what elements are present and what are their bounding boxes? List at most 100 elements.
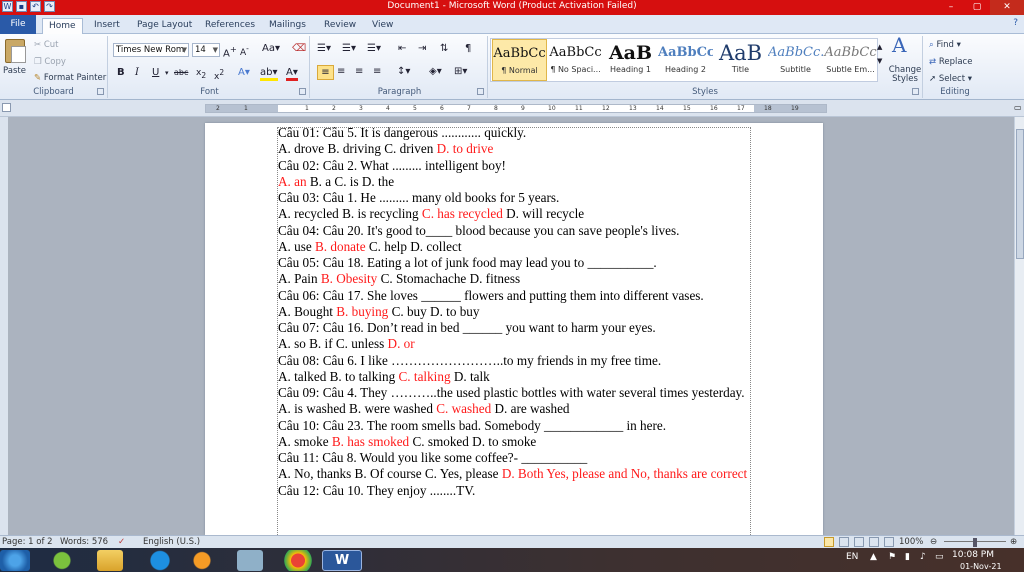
tab-insert[interactable]: Insert (88, 18, 126, 34)
zoom-in-icon[interactable]: ⊕ (1010, 537, 1017, 547)
borders-icon[interactable]: ⊞▾ (454, 65, 467, 80)
question-line[interactable]: A. smoke B. has smoked C. smoked D. to s… (278, 434, 750, 450)
style-no-spacing[interactable]: AaBbCc ¶ No Spaci... (548, 39, 603, 81)
tab-home[interactable]: Home (42, 18, 83, 35)
style-subtitle[interactable]: AaBbCc. Subtitle (768, 39, 823, 81)
tab-file[interactable]: File (0, 15, 36, 34)
file-explorer-icon[interactable] (97, 550, 123, 571)
paste-button[interactable]: Paste (3, 66, 26, 76)
question-line[interactable]: A. Pain B. Obesity C. Stomachache D. fit… (278, 271, 750, 287)
tab-references[interactable]: References (199, 18, 261, 34)
tab-mailings[interactable]: Mailings (263, 18, 312, 34)
change-styles-icon[interactable]: A (892, 35, 906, 55)
question-line[interactable]: A. Bought B. buying C. buy D. to buy (278, 304, 750, 320)
page-count[interactable]: Page: 1 of 2 (2, 537, 53, 547)
question-line[interactable]: Câu 01: Câu 5. It is dangerous .........… (278, 125, 750, 141)
print-layout-icon[interactable] (824, 537, 834, 547)
align-right-icon[interactable]: ≡ (355, 65, 363, 80)
tray-arrow-icon[interactable]: ▲ (870, 552, 877, 562)
calculator-icon[interactable] (237, 550, 263, 571)
line-spacing-icon[interactable]: ↕▾ (397, 65, 410, 80)
multilevel-list-icon[interactable]: ☰▾ (367, 42, 381, 57)
underline-icon[interactable]: U (152, 66, 159, 81)
change-case-icon[interactable]: Aa▾ (262, 42, 280, 57)
word-count[interactable]: Words: 576 (60, 537, 108, 547)
paragraph-launcher-icon[interactable] (477, 88, 484, 95)
question-line[interactable]: Câu 04: Câu 20. It's good to____ blood b… (278, 223, 750, 239)
outline-icon[interactable] (869, 537, 879, 547)
subscript-icon[interactable]: x2 (196, 66, 206, 81)
bullets-icon[interactable]: ☰▾ (317, 42, 331, 57)
question-line[interactable]: Câu 12: Câu 10. They enjoy ........TV. (278, 483, 750, 499)
style-subtle-emphasis[interactable]: AaBbCc Subtle Em... (823, 39, 878, 81)
tray-flag-icon[interactable]: ⚑ (888, 552, 896, 562)
tab-page-layout[interactable]: Page Layout (131, 18, 198, 34)
italic-icon[interactable]: I (135, 66, 139, 81)
zoom-slider-thumb[interactable] (973, 538, 977, 547)
change-styles-button[interactable]: Change Styles (887, 66, 923, 84)
justify-icon[interactable]: ≡ (373, 65, 381, 80)
text-effects-icon[interactable]: A▾ (238, 66, 250, 81)
maximize-button[interactable]: ▢ (964, 0, 990, 15)
decrease-indent-icon[interactable]: ⇤ (398, 42, 406, 57)
clock-date[interactable]: 01-Nov-21 (960, 562, 1002, 571)
styles-launcher-icon[interactable] (912, 88, 919, 95)
show-formatting-icon[interactable]: ¶ (465, 42, 471, 57)
clock-time[interactable]: 10:08 PM (952, 550, 994, 560)
align-left-icon[interactable]: ≡ (317, 65, 334, 80)
font-name-combo[interactable]: Times New Rom ▼ (113, 43, 189, 57)
bold-icon[interactable]: B (117, 66, 125, 81)
tab-view[interactable]: View (366, 18, 399, 34)
numbering-icon[interactable]: ☰▾ (342, 42, 356, 57)
question-line[interactable]: Câu 02: Câu 2. What ......... intelligen… (278, 158, 750, 174)
horizontal-ruler[interactable]: 1 2 1 2 3 4 5 6 7 8 9 10 11 12 13 14 15 16 17 18 19 (205, 104, 827, 113)
font-color-icon[interactable]: A▾ (286, 66, 298, 81)
question-line[interactable]: Câu 10: Câu 23. The room smells bad. Som… (278, 418, 750, 434)
font-size-combo[interactable]: 14 ▼ (192, 43, 220, 57)
clipboard-launcher-icon[interactable] (97, 88, 104, 95)
sort-icon[interactable]: ⇅ (440, 42, 448, 57)
scrollbar-thumb[interactable] (1016, 129, 1024, 259)
style-heading-2[interactable]: AaBbCc Heading 2 (658, 39, 713, 81)
question-line[interactable]: A. is washed B. were washed C. washed D.… (278, 401, 750, 417)
minimize-button[interactable]: – (938, 0, 964, 15)
question-line[interactable]: A. No, thanks B. Of course C. Yes, pleas… (278, 466, 750, 482)
word-taskbar-icon[interactable]: W (322, 550, 362, 571)
document-body[interactable]: Câu 01: Câu 5. It is dangerous .........… (278, 125, 750, 499)
underline-dropdown-icon[interactable]: ▾ (165, 66, 169, 81)
view-ruler-icon[interactable]: ▭ (1014, 103, 1022, 112)
question-line[interactable]: A. talked B. to talking C. talking D. ta… (278, 369, 750, 385)
tab-selector-icon[interactable] (2, 103, 11, 112)
question-line[interactable]: A. use B. donate C. help D. collect (278, 239, 750, 255)
align-center-icon[interactable]: ≡ (337, 65, 345, 80)
question-line[interactable]: Câu 07: Câu 16. Don’t read in bed ______… (278, 320, 750, 336)
clear-formatting-icon[interactable]: ⌫ (292, 42, 306, 57)
proofing-icon[interactable]: ✓ (118, 537, 125, 547)
app-green-icon[interactable] (42, 550, 82, 571)
full-screen-icon[interactable] (839, 537, 849, 547)
styles-scroll-icon[interactable]: ▲ ▼ (877, 40, 882, 65)
vertical-scrollbar[interactable] (1014, 117, 1024, 535)
media-player-icon[interactable] (182, 550, 222, 571)
question-line[interactable]: Câu 08: Câu 6. I like ……………………..to my fr… (278, 353, 750, 369)
battery-icon[interactable]: ▭ (935, 552, 944, 562)
grow-font-icon[interactable]: A+ (223, 42, 237, 59)
question-line[interactable]: A. drove B. driving C. driven D. to driv… (278, 141, 750, 157)
start-button[interactable] (0, 550, 30, 571)
zoom-out-icon[interactable]: ⊖ (930, 537, 937, 547)
chrome-icon[interactable] (278, 550, 318, 571)
highlight-icon[interactable]: ab▾ (260, 66, 278, 81)
input-language[interactable]: EN (846, 552, 858, 562)
style-heading-1[interactable]: AaB Heading 1 (603, 39, 658, 81)
close-button[interactable]: ✕ (990, 0, 1024, 15)
increase-indent-icon[interactable]: ⇥ (418, 42, 426, 57)
shrink-font-icon[interactable]: A- (240, 42, 249, 58)
question-line[interactable]: Câu 09: Câu 4. They ………..the used plasti… (278, 385, 750, 401)
strikethrough-icon[interactable]: abc (174, 66, 188, 81)
language-indicator[interactable]: English (U.S.) (143, 537, 200, 547)
draft-icon[interactable] (884, 537, 894, 547)
network-icon[interactable]: ▮ (905, 552, 910, 562)
tab-review[interactable]: Review (318, 18, 362, 34)
zoom-level[interactable]: 100% (899, 537, 923, 547)
question-line[interactable]: Câu 05: Câu 18. Eating a lot of junk foo… (278, 255, 750, 271)
